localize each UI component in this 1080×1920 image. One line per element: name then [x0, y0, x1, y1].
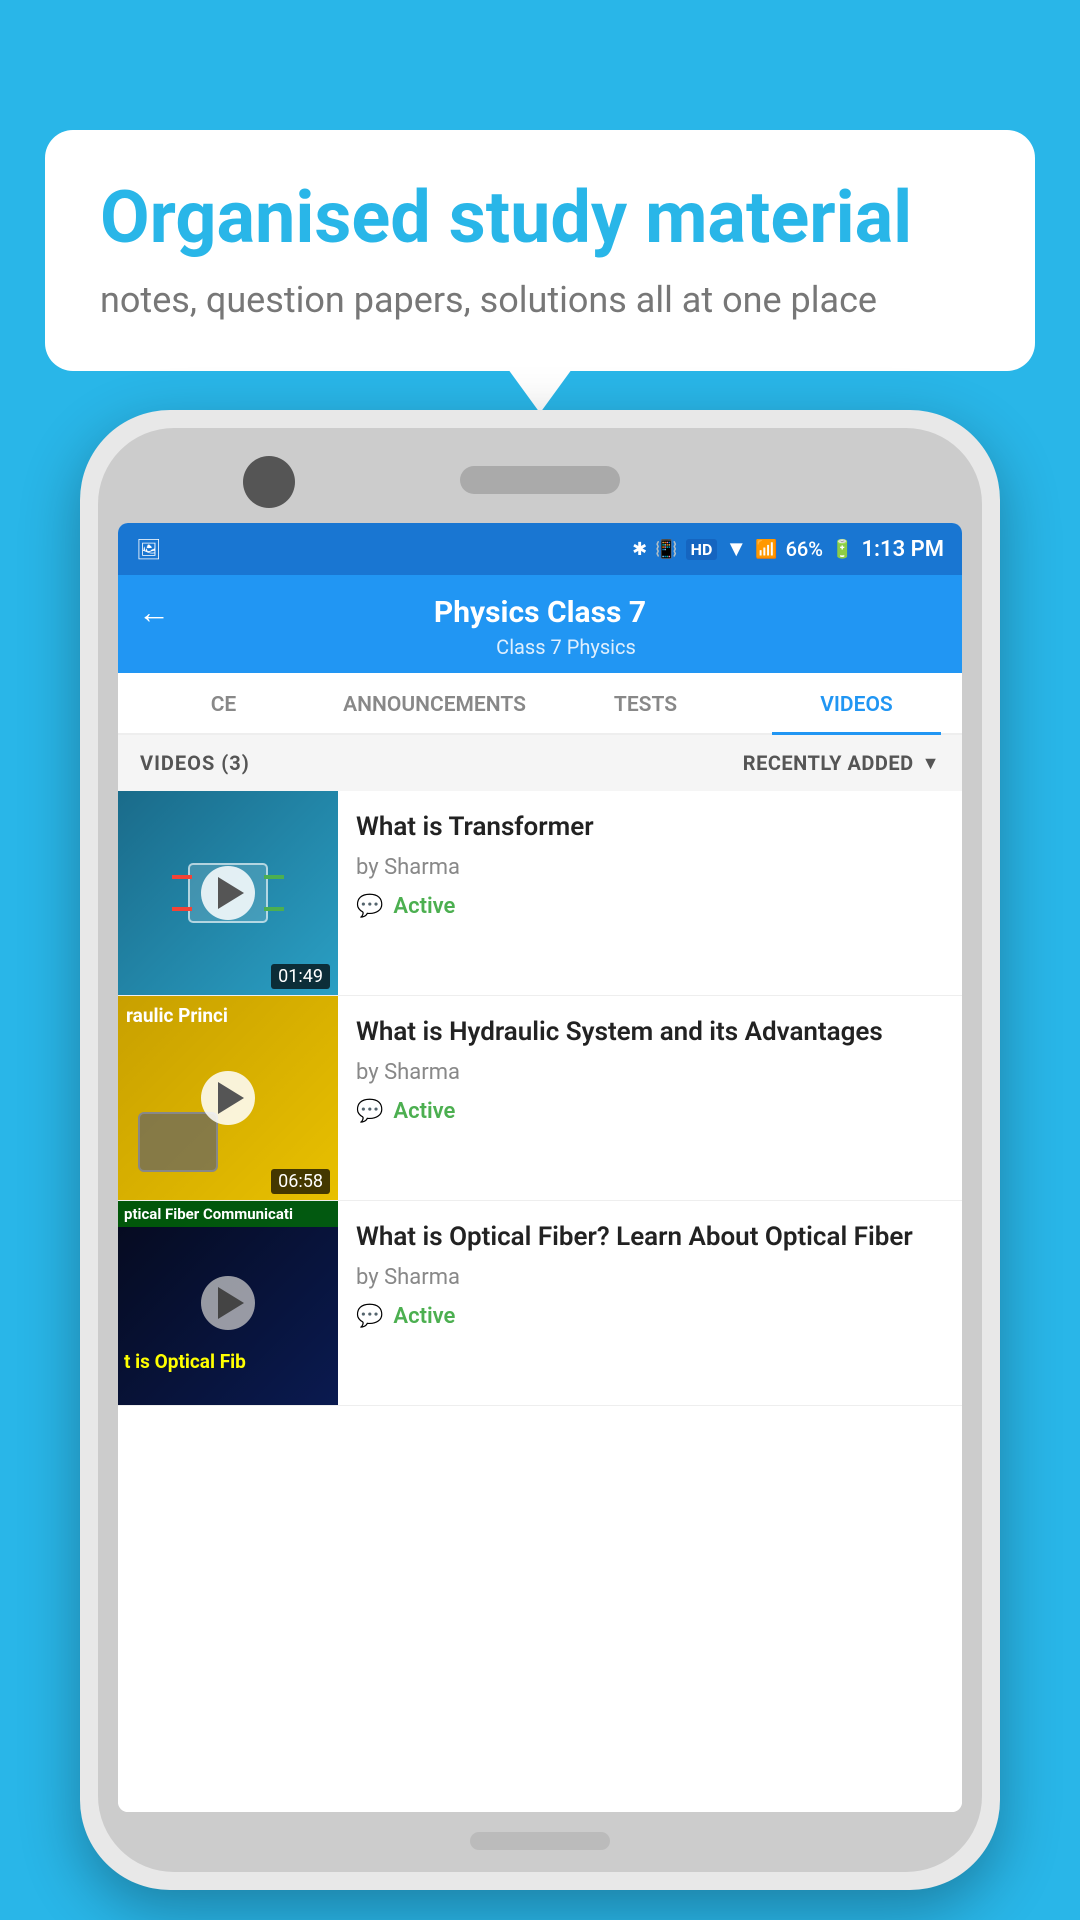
video-status-2: 💬 Active: [356, 1099, 944, 1124]
tabs-bar: CE ANNOUNCEMENTS TESTS VIDEOS: [118, 673, 962, 735]
video-author-1: by Sharma: [356, 855, 944, 880]
app-bar-top: ← Physics Class 7: [138, 593, 942, 631]
video-title-3: What is Optical Fiber? Learn About Optic…: [356, 1221, 944, 1255]
list-item[interactable]: raulic Princi 06:58 What is Hydraulic Sy…: [118, 996, 962, 1201]
video-info-3: What is Optical Fiber? Learn About Optic…: [338, 1201, 962, 1405]
video-info-2: What is Hydraulic System and its Advanta…: [338, 996, 962, 1200]
phone-frame: 🖼 ✱ 📳 HD ▼ 📶 66% 🔋 1:13 PM ← Physics C: [80, 410, 1000, 1890]
status-left: 🖼: [136, 537, 161, 561]
video-thumbnail-3: ptical Fiber Communicati t is Optical Fi…: [118, 1201, 338, 1405]
video-author-2: by Sharma: [356, 1060, 944, 1085]
play-button-2[interactable]: [201, 1071, 255, 1125]
bubble-title: Organised study material: [100, 178, 980, 257]
chat-icon-1: 💬: [356, 894, 383, 919]
battery-icon: 🔋: [831, 539, 853, 560]
play-button-3[interactable]: [201, 1276, 255, 1330]
videos-header: VIDEOS (3) RECENTLY ADDED ▼: [118, 735, 962, 791]
tab-announcements[interactable]: ANNOUNCEMENTS: [329, 673, 540, 733]
sort-dropdown[interactable]: RECENTLY ADDED ▼: [743, 751, 940, 775]
optical-top-text: ptical Fiber Communicati: [118, 1201, 338, 1227]
bluetooth-icon: ✱: [632, 539, 647, 560]
active-badge-3: Active: [393, 1304, 455, 1329]
play-button-1[interactable]: [201, 866, 255, 920]
video-list: 01:49 What is Transformer by Sharma 💬 Ac…: [118, 791, 962, 1812]
tab-ce[interactable]: CE: [118, 673, 329, 733]
video-title-2: What is Hydraulic System and its Advanta…: [356, 1016, 944, 1050]
video-title-1: What is Transformer: [356, 811, 944, 845]
optical-main-text: t is Optical Fib: [124, 1350, 246, 1373]
home-button-area: [470, 1832, 610, 1850]
list-item[interactable]: ptical Fiber Communicati t is Optical Fi…: [118, 1201, 962, 1406]
phone-speaker: [460, 466, 620, 494]
app-bar-title: Physics Class 7: [190, 595, 890, 630]
video-status-3: 💬 Active: [356, 1304, 944, 1329]
sort-label: RECENTLY ADDED: [743, 751, 914, 775]
battery-percent: 66%: [786, 537, 823, 561]
phone-inner: 🖼 ✱ 📳 HD ▼ 📶 66% 🔋 1:13 PM ← Physics C: [98, 428, 982, 1872]
time-display: 1:13 PM: [861, 537, 944, 562]
speech-bubble: Organised study material notes, question…: [45, 130, 1035, 371]
video-duration-2: 06:58: [271, 1169, 330, 1194]
tab-tests[interactable]: TESTS: [540, 673, 751, 733]
photo-icon: 🖼: [136, 537, 161, 561]
video-status-1: 💬 Active: [356, 894, 944, 919]
active-badge-2: Active: [393, 1099, 455, 1124]
app-bar-breadcrumb: Class 7 Physics: [190, 635, 942, 659]
video-info-1: What is Transformer by Sharma 💬 Active: [338, 791, 962, 995]
screen: 🖼 ✱ 📳 HD ▼ 📶 66% 🔋 1:13 PM ← Physics C: [118, 523, 962, 1812]
video-duration-1: 01:49: [271, 964, 330, 989]
chat-icon-3: 💬: [356, 1304, 383, 1329]
list-item[interactable]: 01:49 What is Transformer by Sharma 💬 Ac…: [118, 791, 962, 996]
wifi-icon: ▼: [725, 536, 747, 562]
vibrate-icon: 📳: [655, 539, 677, 560]
signal-icon: 📶: [755, 539, 777, 560]
chevron-down-icon: ▼: [922, 753, 940, 774]
chat-icon-2: 💬: [356, 1099, 383, 1124]
video-author-3: by Sharma: [356, 1265, 944, 1290]
videos-count: VIDEOS (3): [140, 751, 250, 775]
hydraulic-thumb-text: raulic Princi: [126, 1004, 330, 1029]
hd-badge: HD: [686, 539, 718, 560]
status-right: ✱ 📳 HD ▼ 📶 66% 🔋 1:13 PM: [632, 536, 944, 562]
video-thumbnail-1: 01:49: [118, 791, 338, 995]
active-badge-1: Active: [393, 894, 455, 919]
back-button[interactable]: ←: [138, 593, 170, 631]
tab-videos[interactable]: VIDEOS: [751, 673, 962, 733]
video-thumbnail-2: raulic Princi 06:58: [118, 996, 338, 1200]
bubble-subtitle: notes, question papers, solutions all at…: [100, 279, 980, 321]
app-bar: ← Physics Class 7 Class 7 Physics: [118, 575, 962, 673]
status-bar: 🖼 ✱ 📳 HD ▼ 📶 66% 🔋 1:13 PM: [118, 523, 962, 575]
phone-camera: [243, 456, 295, 508]
